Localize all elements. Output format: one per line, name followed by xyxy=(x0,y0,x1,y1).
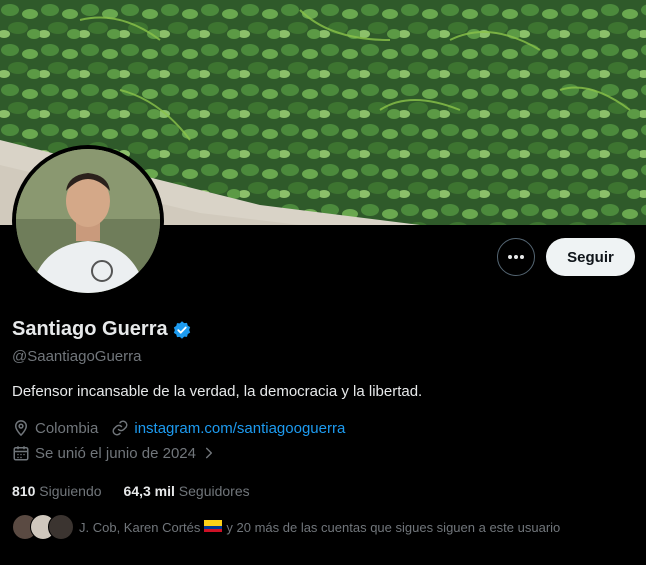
mutual-rest-text: y 20 más de las cuentas que sigues sigue… xyxy=(226,519,561,535)
followers-count[interactable]: 64,3 mil Seguidores xyxy=(124,483,250,499)
following-label: Siguiendo xyxy=(39,483,102,499)
location-text: Colombia xyxy=(35,419,99,437)
profile-avatar[interactable] xyxy=(12,145,164,297)
mutual-avatars xyxy=(12,514,74,540)
profile-handle: @SaantiagoGuerra xyxy=(12,348,142,365)
chevron-right-icon xyxy=(205,447,213,459)
avatar-image xyxy=(16,149,160,293)
more-options-button[interactable] xyxy=(497,238,535,276)
follow-button[interactable]: Seguir xyxy=(546,238,635,276)
location-pin-icon xyxy=(14,420,28,437)
link-icon xyxy=(112,420,128,436)
avatar xyxy=(48,514,74,540)
verified-badge-icon[interactable] xyxy=(172,320,192,340)
website[interactable]: instagram.com/santiagooguerra xyxy=(111,419,345,437)
followers-number: 64,3 mil xyxy=(123,483,175,499)
name-row: Santiago Guerra xyxy=(12,318,192,341)
follow-counts: 810 Siguiendo 64,3 mil Seguidores xyxy=(12,483,272,499)
joined-row[interactable]: Se unió el junio de 2024 xyxy=(12,444,216,462)
display-name: Santiago Guerra xyxy=(12,318,168,340)
colombia-flag-icon xyxy=(204,520,223,532)
following-number: 810 xyxy=(12,483,36,499)
profile-meta-row: Colombia instagram.com/santiagooguerra xyxy=(12,419,345,437)
following-count[interactable]: 810 Siguiendo xyxy=(12,483,102,499)
mutual-followers[interactable]: J. Cob, Karen Cortés y 20 más de las cue… xyxy=(12,514,560,540)
website-link[interactable]: instagram.com/santiagooguerra xyxy=(134,420,345,437)
calendar-icon xyxy=(13,446,29,461)
profile-bio: Defensor incansable de la verdad, la dem… xyxy=(12,383,423,400)
joined-text: Se unió el junio de 2024 xyxy=(35,444,196,462)
followers-label: Seguidores xyxy=(178,483,250,499)
more-icon xyxy=(508,255,524,259)
location: Colombia xyxy=(12,419,98,437)
mutual-names: J. Cob, Karen Cortés xyxy=(79,519,201,535)
